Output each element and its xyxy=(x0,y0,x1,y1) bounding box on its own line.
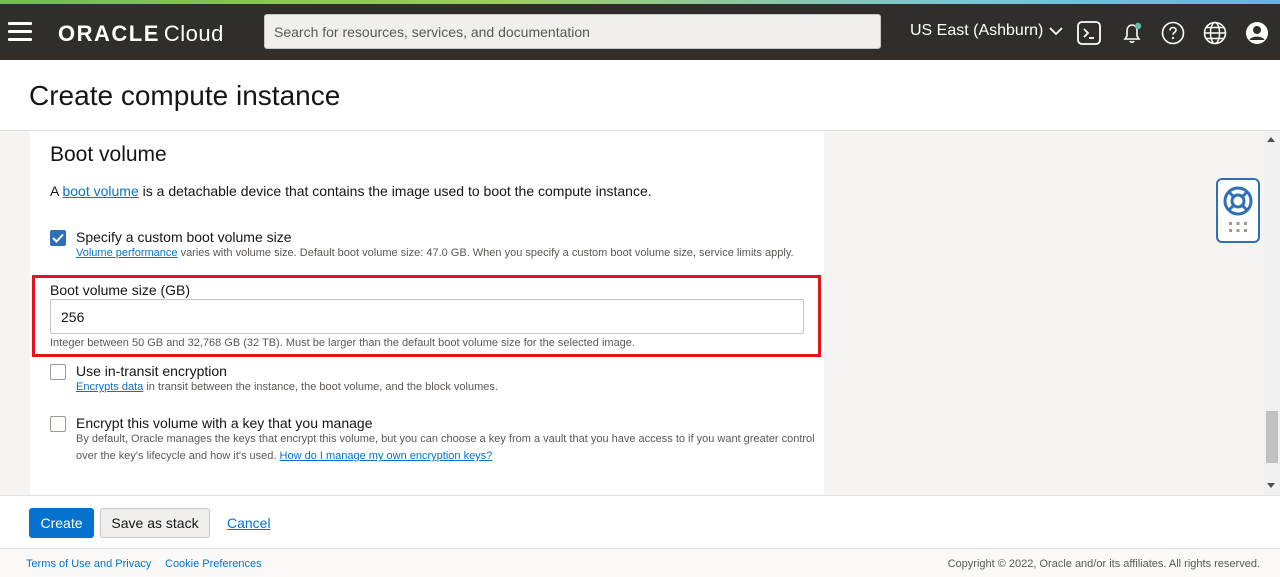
chevron-down-icon xyxy=(1049,27,1064,36)
lifebuoy-icon xyxy=(1223,186,1253,232)
page-footer: Terms of Use and Privacy Cookie Preferen… xyxy=(0,548,1280,577)
create-button[interactable]: Create xyxy=(29,508,94,538)
in-transit-checkbox[interactable] xyxy=(50,364,66,380)
boot-volume-intro: A boot volume is a detachable device tha… xyxy=(50,183,652,199)
cancel-link[interactable]: Cancel xyxy=(227,515,271,531)
volume-performance-link[interactable]: Volume performance xyxy=(76,247,178,259)
checkmark-icon xyxy=(52,233,64,243)
bell-icon[interactable] xyxy=(1119,20,1145,46)
in-transit-help: Encrypts data in transit between the ins… xyxy=(76,381,498,393)
copyright-text: Copyright © 2022, Oracle and/or its affi… xyxy=(947,558,1260,570)
own-key-help: By default, Oracle manages the keys that… xyxy=(76,433,815,462)
region-selector[interactable]: US East (Ashburn) xyxy=(910,22,1064,40)
boot-volume-link[interactable]: boot volume xyxy=(62,183,138,199)
scrollbar-thumb[interactable] xyxy=(1266,411,1278,463)
manage-keys-link[interactable]: How do I manage my own encryption keys? xyxy=(280,450,493,462)
scroll-up-arrow-icon[interactable] xyxy=(1267,137,1275,142)
user-icon[interactable] xyxy=(1244,20,1270,46)
globe-icon[interactable] xyxy=(1202,20,1228,46)
boot-volume-size-label: Boot volume size (GB) xyxy=(50,282,191,298)
in-transit-label[interactable]: Use in-transit encryption xyxy=(76,363,498,379)
top-navigation-bar: ORACLECloud US East (Ashburn) xyxy=(0,4,1280,60)
search-input[interactable] xyxy=(264,14,881,49)
page-header: Create compute instance xyxy=(0,60,1280,131)
cloud-shell-icon[interactable] xyxy=(1076,20,1102,46)
save-as-stack-button[interactable]: Save as stack xyxy=(100,508,210,538)
terms-link[interactable]: Terms of Use and Privacy xyxy=(26,558,151,570)
action-bar: Create Save as stack Cancel xyxy=(0,495,1280,548)
custom-size-help: Volume performance varies with volume si… xyxy=(76,247,794,259)
help-widget-button[interactable] xyxy=(1216,178,1260,243)
custom-size-option: Specify a custom boot volume size Volume… xyxy=(50,229,794,262)
custom-size-checkbox[interactable] xyxy=(50,230,66,246)
own-key-label[interactable]: Encrypt this volume with a key that you … xyxy=(76,415,821,431)
encrypts-data-link[interactable]: Encrypts data xyxy=(76,381,143,393)
boot-volume-panel: Boot volume A boot volume is a detachabl… xyxy=(30,131,824,495)
region-label: US East (Ashburn) xyxy=(910,22,1044,39)
custom-size-label[interactable]: Specify a custom boot volume size xyxy=(76,229,794,245)
own-key-option: Encrypt this volume with a key that you … xyxy=(50,415,821,465)
page-title: Create compute instance xyxy=(29,80,341,111)
vertical-scrollbar[interactable] xyxy=(1264,131,1280,495)
in-transit-option: Use in-transit encryption Encrypts data … xyxy=(50,363,498,396)
own-key-checkbox[interactable] xyxy=(50,416,66,432)
oracle-cloud-logo[interactable]: ORACLE Cloud xyxy=(58,21,224,47)
scroll-down-arrow-icon[interactable] xyxy=(1267,483,1275,488)
help-icon[interactable] xyxy=(1160,20,1186,46)
cookie-preferences-link[interactable]: Cookie Preferences xyxy=(165,558,262,570)
boot-volume-size-input[interactable] xyxy=(50,299,804,334)
boot-volume-size-help: Integer between 50 GB and 32,768 GB (32 … xyxy=(50,337,635,349)
section-title: Boot volume xyxy=(50,143,167,166)
menu-icon[interactable] xyxy=(8,22,32,42)
